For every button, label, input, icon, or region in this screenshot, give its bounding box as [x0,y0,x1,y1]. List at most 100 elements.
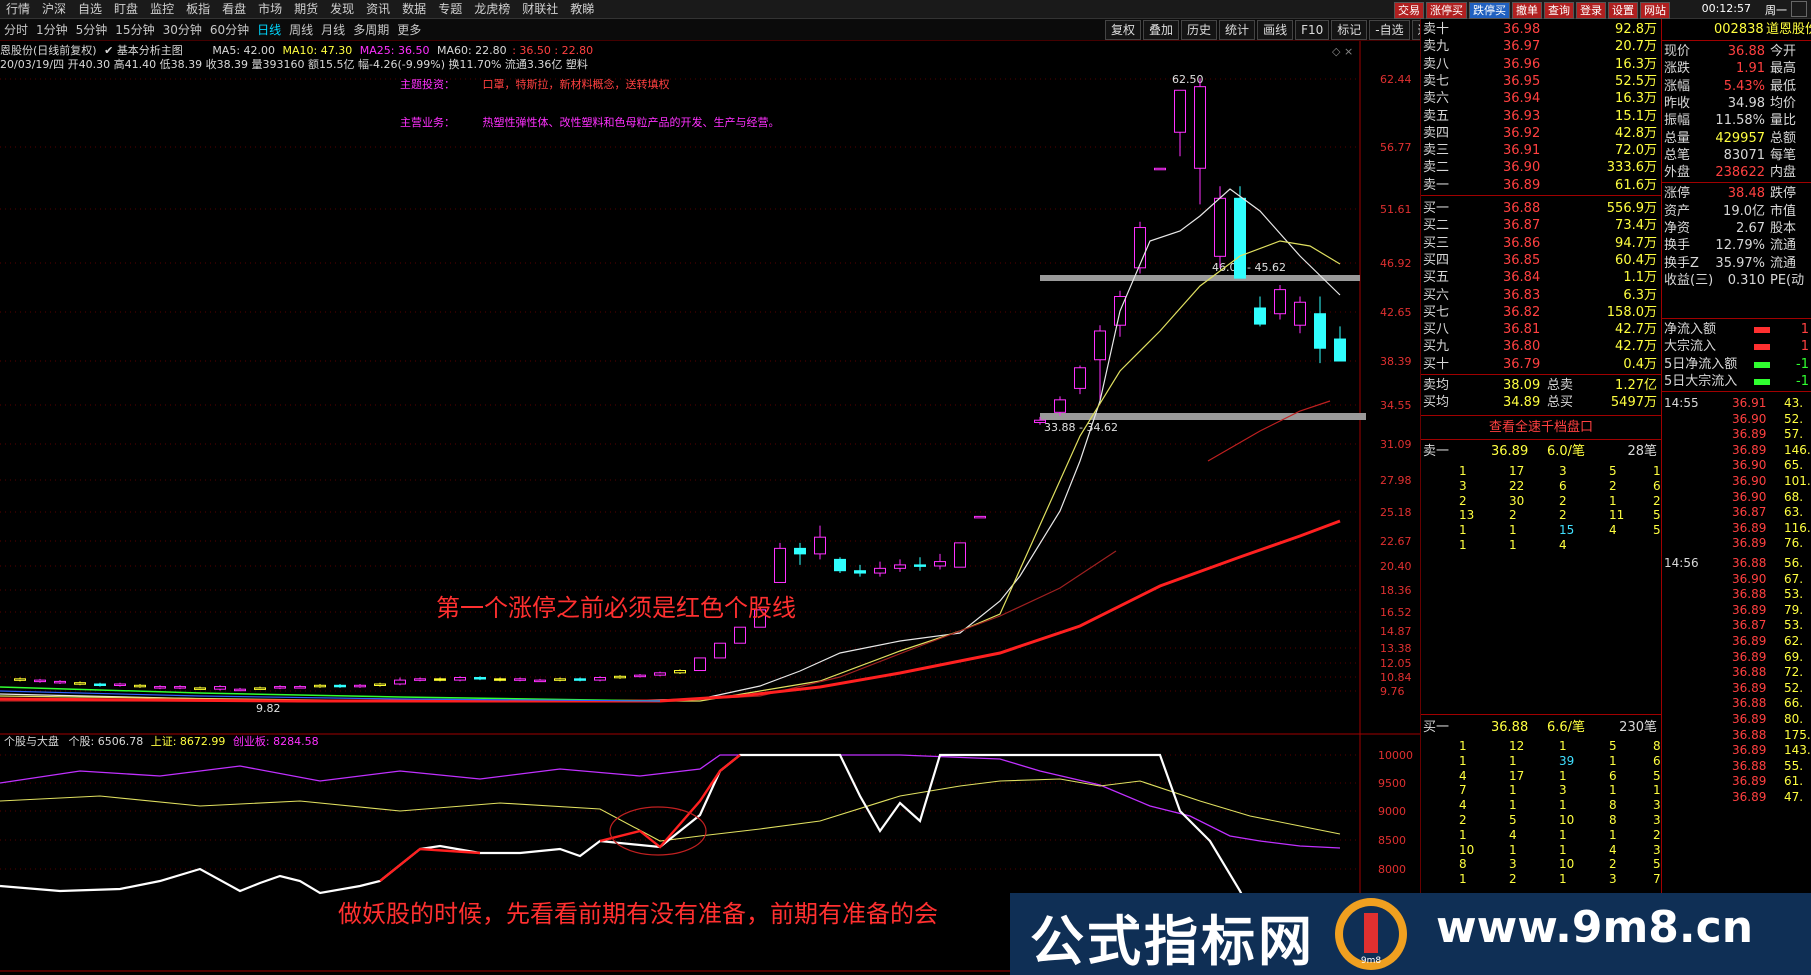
stat-key2: 最高 [1770,61,1797,77]
tool-button-1[interactable]: 叠加 [1143,20,1180,40]
tool-button-3[interactable]: 统计 [1219,20,1256,40]
stat-value: 34.98 [1727,95,1765,111]
menu-item-8[interactable]: 期货 [288,0,324,19]
top-button-5[interactable]: 登录 [1576,2,1606,19]
menu-item-10[interactable]: 资讯 [360,0,396,19]
menu-item-2[interactable]: 自选 [72,0,108,19]
period-tab-3[interactable]: 15分钟 [111,19,158,41]
ask-row[interactable]: 卖十 36.98 92.8万 [1421,21,1661,38]
summary-per: 6.0/笔 [1547,444,1586,459]
top-button-7[interactable]: 网站 [1640,2,1670,19]
candle-body [1134,227,1146,269]
candle-body [1314,313,1326,349]
sub-sh-line [0,778,1341,842]
period-tab-2[interactable]: 5分钟 [72,19,112,41]
ask-row[interactable]: 卖九 36.97 20.7万 [1421,38,1661,55]
ask-row[interactable]: 卖四 36.92 42.8万 [1421,125,1661,142]
period-tab-1[interactable]: 1分钟 [32,19,72,41]
flow-key: 5日大宗流入 [1664,373,1738,389]
menu-item-1[interactable]: 沪深 [36,0,72,19]
ask-label: 卖二 [1423,160,1450,176]
menu-item-9[interactable]: 发现 [324,0,360,19]
tick-vol: 76. [1784,536,1804,551]
candle-body [974,515,986,519]
ask-row[interactable]: 卖五 36.93 15.1万 [1421,108,1661,125]
book-divider [1421,714,1661,715]
tool-button-6[interactable]: 标记 [1331,20,1368,40]
bid-row[interactable]: 买四 36.85 60.4万 [1421,252,1661,269]
ask-row[interactable]: 卖七 36.95 52.5万 [1421,73,1661,90]
period-tab-7[interactable]: 周线 [285,19,317,41]
candle-body [634,674,646,678]
bid-row[interactable]: 买二 36.87 73.4万 [1421,217,1661,234]
tick-price: 36.89 [1732,774,1767,789]
period-tab-5[interactable]: 60分钟 [206,19,253,41]
candle-body [934,561,946,567]
menu-item-13[interactable]: 龙虎榜 [468,0,516,19]
period-tab-0[interactable]: 分时 [0,19,32,41]
candle-body [594,677,606,681]
bid-row[interactable]: 买八 36.81 42.7万 [1421,321,1661,338]
tick-price: 36.89 [1732,712,1767,726]
bid-row[interactable]: 买九 36.80 42.7万 [1421,338,1661,355]
period-tab-8[interactable]: 月线 [317,19,349,41]
period-tab-10[interactable]: 更多 [393,19,425,41]
ask-row[interactable]: 卖六 36.94 16.3万 [1421,90,1661,107]
ask-row[interactable]: 卖二 36.90 333.6万 [1421,159,1661,176]
top-button-3[interactable]: 撤单 [1512,2,1542,19]
stat-row: 振幅 11.58% 量比 [1662,112,1811,129]
tool-button-0[interactable]: 复权 [1105,20,1142,40]
menu-item-0[interactable]: 行情 [0,0,36,19]
top-button-2[interactable]: 跌停买 [1469,2,1510,19]
menu-item-11[interactable]: 数据 [396,0,432,19]
period-tab-6[interactable]: 日线 [253,19,285,41]
sub-tick-label: 8500 [1378,834,1406,847]
ask-row[interactable]: 卖三 36.91 72.0万 [1421,142,1661,159]
top-button-1[interactable]: 涨停买 [1426,2,1467,19]
ask-row[interactable]: 卖一 36.89 61.6万 [1421,177,1661,194]
menu-item-12[interactable]: 专题 [432,0,468,19]
menu-item-15[interactable]: 教睇 [564,0,600,19]
ma25-line-tail [1207,400,1331,462]
indicator-name[interactable]: 基本分析主图 [117,44,183,57]
top-button-0[interactable]: 交易 [1394,2,1424,19]
deep-book-link[interactable]: 查看全速千档盘口 [1421,419,1661,436]
tick-vol: 116. [1784,520,1811,535]
tick-price: 36.89 [1732,790,1767,804]
menu-item-7[interactable]: 市场 [252,0,288,19]
y-tick-label: 38.39 [1380,355,1412,368]
avg-row: 买均 34.89 总买 5497万 [1421,394,1661,411]
period-tab-9[interactable]: 多周期 [349,19,393,41]
bid-row[interactable]: 买十 36.79 0.4万 [1421,356,1661,373]
tool-button-7[interactable]: -自选 [1369,20,1410,40]
period-tab-4[interactable]: 30分钟 [159,19,206,41]
top-button-4[interactable]: 查询 [1544,2,1574,19]
menu-item-3[interactable]: 盯盘 [108,0,144,19]
bid-row[interactable]: 买三 36.86 94.7万 [1421,235,1661,252]
menu-item-4[interactable]: 监控 [144,0,180,19]
kline-chart[interactable]: 62.44 56.77 51.61 46.92 42.65 38.39 34.55 31.09… [0,41,1420,975]
candle-body [94,683,106,686]
flow-row: 净流入额 1 [1662,321,1811,338]
top-button-6[interactable]: 设置 [1608,2,1638,19]
bid-row[interactable]: 买七 36.82 158.0万 [1421,304,1661,321]
candle-body [554,678,566,681]
tool-button-2[interactable]: 历史 [1181,20,1218,40]
menu-item-5[interactable]: 板指 [180,0,216,19]
window-menu-icon[interactable] [1791,1,1807,17]
chart-options-icons[interactable]: ◇ × [1332,45,1353,58]
candle-body [1094,330,1106,361]
bid-row[interactable]: 买五 36.84 1.1万 [1421,269,1661,286]
candle-body [314,684,326,688]
ask-row[interactable]: 卖八 36.96 16.3万 [1421,56,1661,73]
candle-body [234,688,246,692]
menu-item-14[interactable]: 财联社 [516,0,564,19]
tick-row: 36.89 47. [1662,789,1811,806]
tool-button-5[interactable]: F10 [1295,20,1330,40]
book-divider [1421,374,1661,375]
tool-button-4[interactable]: 画线 [1257,20,1294,40]
bid-row[interactable]: 买六 36.83 6.3万 [1421,287,1661,304]
candle-body [254,687,266,690]
menu-item-6[interactable]: 看盘 [216,0,252,19]
bid-row[interactable]: 买一 36.88 556.9万 [1421,200,1661,217]
